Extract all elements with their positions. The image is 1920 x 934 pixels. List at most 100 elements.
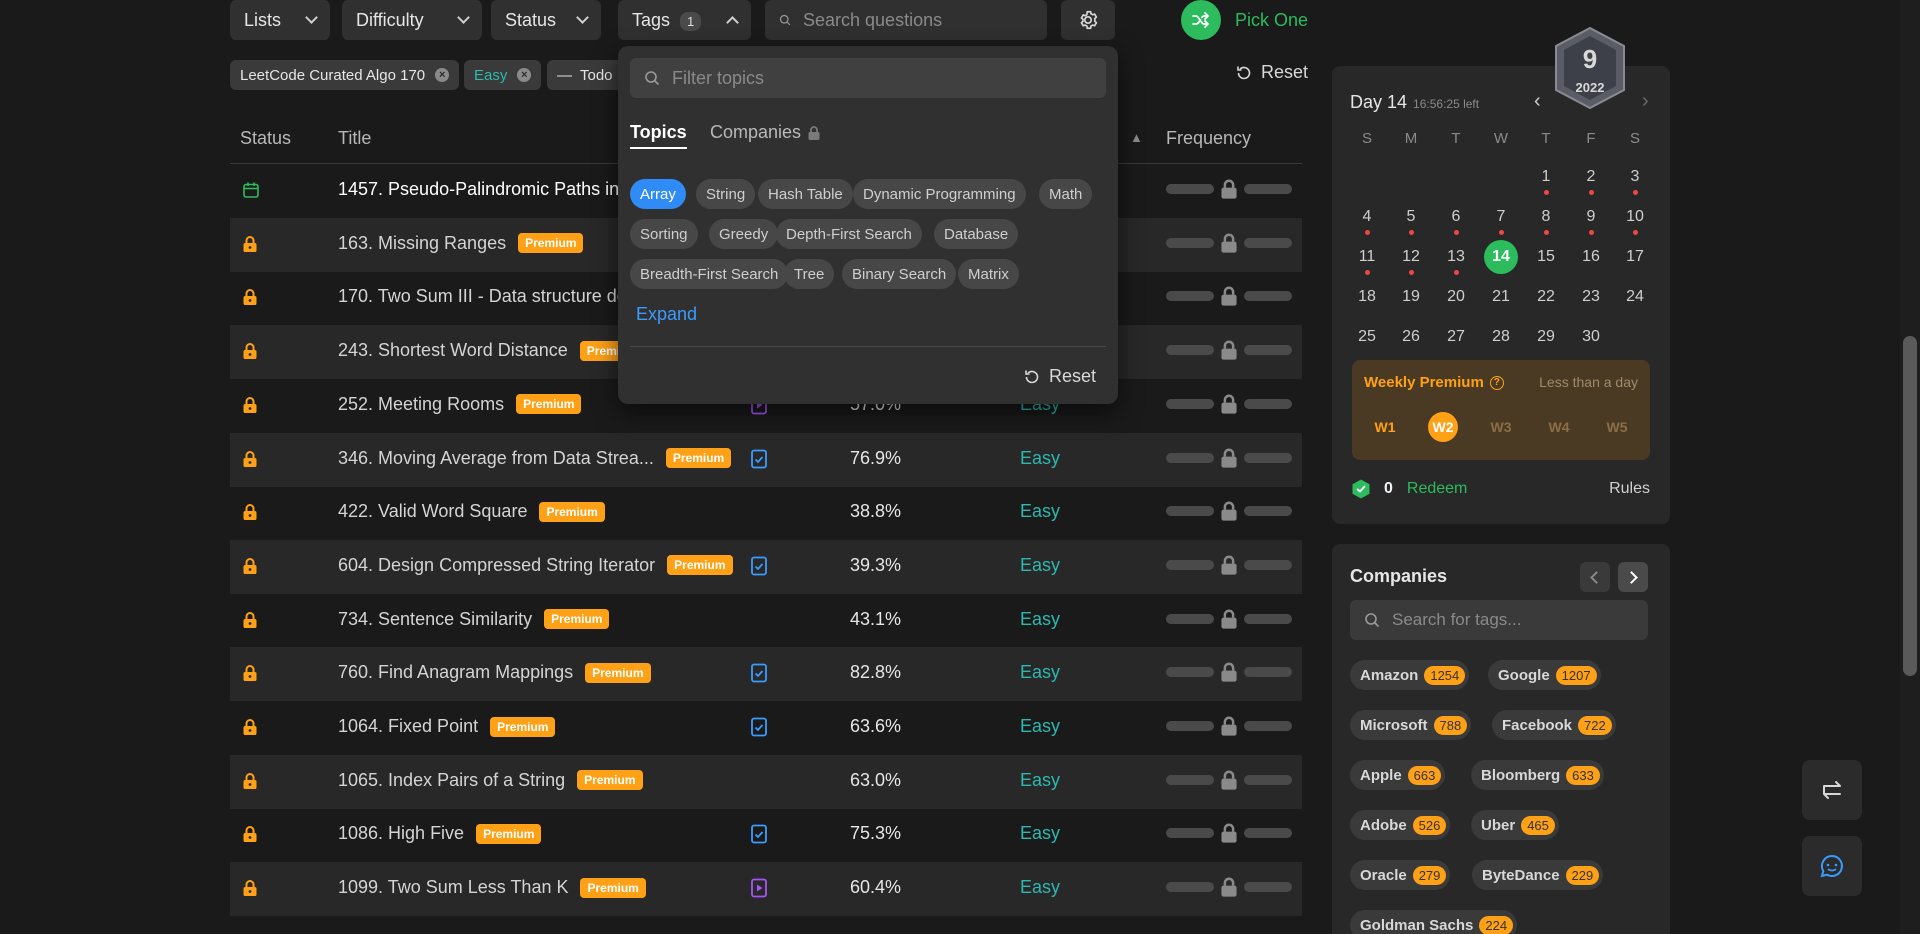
topic-tag[interactable]: Math xyxy=(1039,179,1093,209)
close-icon[interactable]: × xyxy=(517,68,532,82)
next-month-button[interactable]: › xyxy=(1642,90,1649,113)
table-row[interactable]: 1086. High Five Premium 75.3% Easy xyxy=(230,808,1302,862)
sort-icon[interactable]: ▲ xyxy=(1130,130,1143,145)
topic-tag[interactable]: Dynamic Programming xyxy=(853,179,1026,209)
lists-dropdown[interactable]: Lists xyxy=(230,0,330,40)
search-questions-input[interactable] xyxy=(803,9,1033,31)
problem-title-link[interactable]: 734. Sentence Similarity Premium xyxy=(338,609,610,630)
table-row[interactable]: 422. Valid Word Square Premium 38.8% Easy xyxy=(230,486,1302,540)
problem-title-link[interactable]: 1086. High Five Premium xyxy=(338,823,542,844)
topic-tag[interactable]: Sorting xyxy=(630,219,698,249)
week-badge[interactable]: W3 xyxy=(1486,412,1516,442)
company-tag[interactable]: Facebook 722 xyxy=(1492,710,1616,740)
filter-topics-field[interactable] xyxy=(630,58,1106,98)
company-tag[interactable]: Oracle 279 xyxy=(1350,860,1451,890)
calendar-day[interactable]: 22 xyxy=(1529,280,1563,314)
topic-tag[interactable]: Hash Table xyxy=(758,179,853,209)
company-tag[interactable]: Google 1207 xyxy=(1488,660,1601,690)
reset-tags-button[interactable]: Reset xyxy=(1023,366,1096,387)
calendar-day[interactable]: 9 xyxy=(1574,200,1608,234)
chip-list[interactable]: LeetCode Curated Algo 170 × xyxy=(230,60,460,90)
company-tag[interactable]: Apple 663 xyxy=(1350,760,1446,790)
pick-one-button[interactable]: Pick One xyxy=(1181,0,1308,40)
topic-tag[interactable]: Greedy xyxy=(709,219,779,249)
prev-month-button[interactable]: ‹ xyxy=(1534,90,1541,113)
calendar-day[interactable]: 5 xyxy=(1394,200,1428,234)
company-tag[interactable]: Bloomberg 633 xyxy=(1471,760,1604,790)
calendar-day[interactable]: 1 xyxy=(1529,160,1563,194)
expand-link[interactable]: Expand xyxy=(636,304,697,325)
calendar-day[interactable]: 17 xyxy=(1618,240,1652,274)
status-dropdown[interactable]: Status xyxy=(491,0,601,40)
companies-search[interactable] xyxy=(1350,600,1648,640)
company-tag[interactable]: Uber 465 xyxy=(1471,810,1559,840)
difficulty-dropdown[interactable]: Difficulty xyxy=(342,0,482,40)
company-tag[interactable]: Adobe 526 xyxy=(1350,810,1451,840)
topic-tag[interactable]: Binary Search xyxy=(842,259,957,289)
tab-companies[interactable]: Companies xyxy=(710,122,821,143)
company-tag[interactable]: ByteDance 229 xyxy=(1472,860,1604,890)
question-search[interactable] xyxy=(765,0,1047,40)
calendar-day[interactable]: 15 xyxy=(1529,240,1563,274)
calendar-day[interactable]: 18 xyxy=(1350,280,1384,314)
topic-tag[interactable]: Depth-First Search xyxy=(776,219,922,249)
calendar-day[interactable]: 24 xyxy=(1618,280,1652,314)
topic-tag[interactable]: Breadth-First Search xyxy=(630,259,789,289)
chip-difficulty[interactable]: Easy × xyxy=(464,60,542,90)
tags-dropdown[interactable]: Tags 1 xyxy=(618,0,751,40)
chip-status[interactable]: — Todo xyxy=(547,60,623,90)
calendar-day[interactable]: 19 xyxy=(1394,280,1428,314)
topic-tag[interactable]: String xyxy=(696,179,756,209)
calendar-day[interactable]: 23 xyxy=(1574,280,1608,314)
week-badge[interactable]: W5 xyxy=(1602,412,1632,442)
calendar-day[interactable]: 28 xyxy=(1484,320,1518,354)
calendar-day[interactable]: 8 xyxy=(1529,200,1563,234)
calendar-day[interactable]: 14 xyxy=(1484,240,1518,274)
article-solution-icon[interactable] xyxy=(750,824,768,849)
week-badge[interactable]: W4 xyxy=(1544,412,1574,442)
week-badge[interactable]: W2 xyxy=(1428,412,1458,442)
table-row[interactable]: 1099. Two Sum Less Than K Premium 60.4% Eas… xyxy=(230,862,1302,917)
calendar-day[interactable]: 20 xyxy=(1439,280,1473,314)
table-row[interactable]: 1065. Index Pairs of a String Premium 63.0… xyxy=(230,754,1302,809)
problem-title-link[interactable]: 1065. Index Pairs of a String Premium xyxy=(338,770,643,791)
company-tag[interactable]: Microsoft 788 xyxy=(1350,710,1472,740)
settings-button[interactable] xyxy=(1061,0,1115,40)
video-solution-icon[interactable] xyxy=(750,878,768,903)
page-scrollbar[interactable] xyxy=(1900,0,1920,934)
problem-title-link[interactable]: 604. Design Compressed String Iterator Pr… xyxy=(338,555,733,576)
topic-tag[interactable]: Matrix xyxy=(958,259,1019,289)
calendar-day[interactable]: 4 xyxy=(1350,200,1384,234)
feedback-button[interactable] xyxy=(1802,836,1862,896)
article-solution-icon[interactable] xyxy=(750,717,768,742)
article-solution-icon[interactable] xyxy=(750,556,768,581)
tab-topics[interactable]: Topics xyxy=(630,122,687,149)
calendar-day[interactable]: 7 xyxy=(1484,200,1518,234)
problem-title-link[interactable]: 1457. Pseudo-Palindromic Paths in a xyxy=(338,179,634,200)
calendar-day[interactable]: 2 xyxy=(1574,160,1608,194)
calendar-day[interactable]: 10 xyxy=(1618,200,1652,234)
table-row[interactable]: 734. Sentence Similarity Premium 43.1% Easy xyxy=(230,594,1302,648)
calendar-day[interactable]: 21 xyxy=(1484,280,1518,314)
calendar-day[interactable]: 13 xyxy=(1439,240,1473,274)
table-row[interactable]: 346. Moving Average from Data Strea... Pr… xyxy=(230,432,1302,487)
rules-link[interactable]: Rules xyxy=(1609,480,1650,498)
company-tag[interactable]: Goldman Sachs 224 xyxy=(1350,910,1518,934)
calendar-day[interactable]: 16 xyxy=(1574,240,1608,274)
problem-title-link[interactable]: 760. Find Anagram Mappings Premium xyxy=(338,662,651,683)
topic-tag[interactable]: Database xyxy=(934,219,1019,249)
topic-tag[interactable]: Array xyxy=(630,179,686,209)
problem-title-link[interactable]: 422. Valid Word Square Premium xyxy=(338,501,605,522)
problem-title-link[interactable]: 346. Moving Average from Data Strea... Pr… xyxy=(338,448,732,469)
calendar-day[interactable]: 25 xyxy=(1350,320,1384,354)
calendar-day[interactable]: 26 xyxy=(1394,320,1428,354)
scrollbar-thumb[interactable] xyxy=(1903,336,1917,676)
calendar-day[interactable]: 29 xyxy=(1529,320,1563,354)
problem-title-link[interactable]: 1099. Two Sum Less Than K Premium xyxy=(338,877,646,898)
problem-title-link[interactable]: 1064. Fixed Point Premium xyxy=(338,716,556,737)
article-solution-icon[interactable] xyxy=(750,449,768,474)
topic-tag[interactable]: Tree xyxy=(784,259,835,289)
help-icon[interactable]: ? xyxy=(1489,375,1504,390)
companies-search-input[interactable] xyxy=(1392,610,1632,630)
filter-topics-input[interactable] xyxy=(672,67,1092,89)
